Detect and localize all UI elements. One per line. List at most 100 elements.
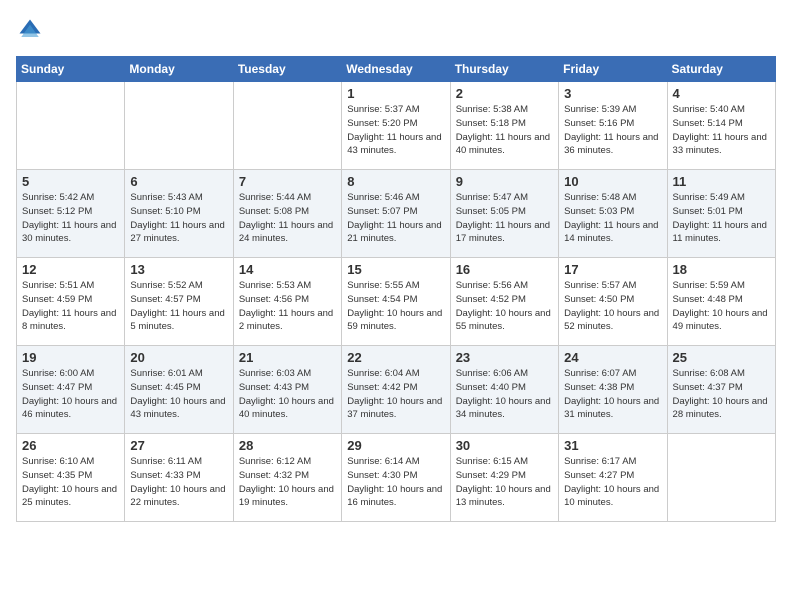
day-number: 12 <box>22 262 119 277</box>
day-number: 8 <box>347 174 444 189</box>
calendar-cell: 25 Sunrise: 6:08 AM Sunset: 4:37 PM Dayli… <box>667 346 775 434</box>
calendar-header-tuesday: Tuesday <box>233 57 341 82</box>
calendar-header-monday: Monday <box>125 57 233 82</box>
calendar-header-friday: Friday <box>559 57 667 82</box>
cell-content: Sunrise: 5:48 AM Sunset: 5:03 PM Dayligh… <box>564 191 661 246</box>
cell-content: Sunrise: 5:56 AM Sunset: 4:52 PM Dayligh… <box>456 279 553 334</box>
calendar-cell: 7 Sunrise: 5:44 AM Sunset: 5:08 PM Daylig… <box>233 170 341 258</box>
calendar-cell: 29 Sunrise: 6:14 AM Sunset: 4:30 PM Dayli… <box>342 434 450 522</box>
calendar-week-row: 12 Sunrise: 5:51 AM Sunset: 4:59 PM Dayli… <box>17 258 776 346</box>
calendar-header-row: SundayMondayTuesdayWednesdayThursdayFrid… <box>17 57 776 82</box>
cell-content: Sunrise: 5:46 AM Sunset: 5:07 PM Dayligh… <box>347 191 444 246</box>
cell-content: Sunrise: 5:39 AM Sunset: 5:16 PM Dayligh… <box>564 103 661 158</box>
calendar-header-saturday: Saturday <box>667 57 775 82</box>
calendar-cell: 19 Sunrise: 6:00 AM Sunset: 4:47 PM Dayli… <box>17 346 125 434</box>
cell-content: Sunrise: 5:59 AM Sunset: 4:48 PM Dayligh… <box>673 279 770 334</box>
calendar-cell: 13Sunrise: 5:52 AM Sunset: 4:57 PM Dayli… <box>125 258 233 346</box>
logo <box>16 16 48 44</box>
calendar-cell: 8 Sunrise: 5:46 AM Sunset: 5:07 PM Daylig… <box>342 170 450 258</box>
day-number: 30 <box>456 438 553 453</box>
calendar-cell: 17 Sunrise: 5:57 AM Sunset: 4:50 PM Dayli… <box>559 258 667 346</box>
calendar-cell: 30 Sunrise: 6:15 AM Sunset: 4:29 PM Dayli… <box>450 434 558 522</box>
calendar-cell: 5 Sunrise: 5:42 AM Sunset: 5:12 PM Daylig… <box>17 170 125 258</box>
calendar-cell: 28Sunrise: 6:12 AM Sunset: 4:32 PM Dayli… <box>233 434 341 522</box>
day-number: 16 <box>456 262 553 277</box>
calendar-cell: 27 Sunrise: 6:11 AM Sunset: 4:33 PM Dayli… <box>125 434 233 522</box>
day-number: 14 <box>239 262 336 277</box>
cell-content: Sunrise: 6:06 AM Sunset: 4:40 PM Dayligh… <box>456 367 553 422</box>
calendar-cell: 12 Sunrise: 5:51 AM Sunset: 4:59 PM Dayli… <box>17 258 125 346</box>
day-number: 7 <box>239 174 336 189</box>
calendar-cell: 20Sunrise: 6:01 AM Sunset: 4:45 PM Dayli… <box>125 346 233 434</box>
day-number: 23 <box>456 350 553 365</box>
calendar-cell: 22 Sunrise: 6:04 AM Sunset: 4:42 PM Dayli… <box>342 346 450 434</box>
day-number: 9 <box>456 174 553 189</box>
calendar-cell: 15 Sunrise: 5:55 AM Sunset: 4:54 PM Dayli… <box>342 258 450 346</box>
cell-content: Sunrise: 6:17 AM Sunset: 4:27 PM Dayligh… <box>564 455 661 510</box>
day-number: 31 <box>564 438 661 453</box>
logo-icon <box>16 16 44 44</box>
calendar-week-row: 5 Sunrise: 5:42 AM Sunset: 5:12 PM Daylig… <box>17 170 776 258</box>
calendar-cell <box>667 434 775 522</box>
day-number: 24 <box>564 350 661 365</box>
page-header <box>16 16 776 44</box>
cell-content: Sunrise: 5:43 AM Sunset: 5:10 PM Dayligh… <box>130 191 227 246</box>
day-number: 22 <box>347 350 444 365</box>
day-number: 17 <box>564 262 661 277</box>
calendar-cell: 21 Sunrise: 6:03 AM Sunset: 4:43 PM Dayli… <box>233 346 341 434</box>
cell-content: Sunrise: 6:15 AM Sunset: 4:29 PM Dayligh… <box>456 455 553 510</box>
cell-content: Sunrise: 5:51 AM Sunset: 4:59 PM Dayligh… <box>22 279 119 334</box>
cell-content: Sunrise: 5:55 AM Sunset: 4:54 PM Dayligh… <box>347 279 444 334</box>
calendar-week-row: 19 Sunrise: 6:00 AM Sunset: 4:47 PM Dayli… <box>17 346 776 434</box>
calendar-week-row: 26Sunrise: 6:10 AM Sunset: 4:35 PM Dayli… <box>17 434 776 522</box>
calendar-cell <box>125 82 233 170</box>
cell-content: Sunrise: 5:42 AM Sunset: 5:12 PM Dayligh… <box>22 191 119 246</box>
calendar-cell: 18 Sunrise: 5:59 AM Sunset: 4:48 PM Dayli… <box>667 258 775 346</box>
day-number: 25 <box>673 350 770 365</box>
day-number: 18 <box>673 262 770 277</box>
cell-content: Sunrise: 6:00 AM Sunset: 4:47 PM Dayligh… <box>22 367 119 422</box>
cell-content: Sunrise: 6:12 AM Sunset: 4:32 PM Dayligh… <box>239 455 336 510</box>
cell-content: Sunrise: 6:07 AM Sunset: 4:38 PM Dayligh… <box>564 367 661 422</box>
cell-content: Sunrise: 6:11 AM Sunset: 4:33 PM Dayligh… <box>130 455 227 510</box>
calendar-cell: 16 Sunrise: 5:56 AM Sunset: 4:52 PM Dayli… <box>450 258 558 346</box>
calendar-header-thursday: Thursday <box>450 57 558 82</box>
cell-content: Sunrise: 5:37 AM Sunset: 5:20 PM Dayligh… <box>347 103 444 158</box>
cell-content: Sunrise: 5:49 AM Sunset: 5:01 PM Dayligh… <box>673 191 770 246</box>
cell-content: Sunrise: 5:53 AM Sunset: 4:56 PM Dayligh… <box>239 279 336 334</box>
day-number: 15 <box>347 262 444 277</box>
cell-content: Sunrise: 5:38 AM Sunset: 5:18 PM Dayligh… <box>456 103 553 158</box>
cell-content: Sunrise: 5:57 AM Sunset: 4:50 PM Dayligh… <box>564 279 661 334</box>
day-number: 29 <box>347 438 444 453</box>
day-number: 27 <box>130 438 227 453</box>
cell-content: Sunrise: 6:03 AM Sunset: 4:43 PM Dayligh… <box>239 367 336 422</box>
day-number: 19 <box>22 350 119 365</box>
calendar-cell: 10 Sunrise: 5:48 AM Sunset: 5:03 PM Dayli… <box>559 170 667 258</box>
cell-content: Sunrise: 6:04 AM Sunset: 4:42 PM Dayligh… <box>347 367 444 422</box>
cell-content: Sunrise: 5:44 AM Sunset: 5:08 PM Dayligh… <box>239 191 336 246</box>
calendar-cell: 2Sunrise: 5:38 AM Sunset: 5:18 PM Daylig… <box>450 82 558 170</box>
cell-content: Sunrise: 6:08 AM Sunset: 4:37 PM Dayligh… <box>673 367 770 422</box>
calendar-header-sunday: Sunday <box>17 57 125 82</box>
calendar-table: SundayMondayTuesdayWednesdayThursdayFrid… <box>16 56 776 522</box>
calendar-cell: 9Sunrise: 5:47 AM Sunset: 5:05 PM Daylig… <box>450 170 558 258</box>
day-number: 5 <box>22 174 119 189</box>
calendar-cell: 6 Sunrise: 5:43 AM Sunset: 5:10 PM Daylig… <box>125 170 233 258</box>
calendar-cell <box>233 82 341 170</box>
calendar-cell <box>17 82 125 170</box>
calendar-cell: 24 Sunrise: 6:07 AM Sunset: 4:38 PM Dayli… <box>559 346 667 434</box>
calendar-header-wednesday: Wednesday <box>342 57 450 82</box>
calendar-cell: 1 Sunrise: 5:37 AM Sunset: 5:20 PM Daylig… <box>342 82 450 170</box>
day-number: 21 <box>239 350 336 365</box>
calendar-cell: 23 Sunrise: 6:06 AM Sunset: 4:40 PM Dayli… <box>450 346 558 434</box>
cell-content: Sunrise: 6:10 AM Sunset: 4:35 PM Dayligh… <box>22 455 119 510</box>
calendar-cell: 4Sunrise: 5:40 AM Sunset: 5:14 PM Daylig… <box>667 82 775 170</box>
cell-content: Sunrise: 5:52 AM Sunset: 4:57 PM Dayligh… <box>130 279 227 334</box>
day-number: 10 <box>564 174 661 189</box>
day-number: 1 <box>347 86 444 101</box>
cell-content: Sunrise: 6:14 AM Sunset: 4:30 PM Dayligh… <box>347 455 444 510</box>
day-number: 6 <box>130 174 227 189</box>
calendar-cell: 31 Sunrise: 6:17 AM Sunset: 4:27 PM Dayli… <box>559 434 667 522</box>
calendar-week-row: 1 Sunrise: 5:37 AM Sunset: 5:20 PM Daylig… <box>17 82 776 170</box>
calendar-cell: 3Sunrise: 5:39 AM Sunset: 5:16 PM Daylig… <box>559 82 667 170</box>
